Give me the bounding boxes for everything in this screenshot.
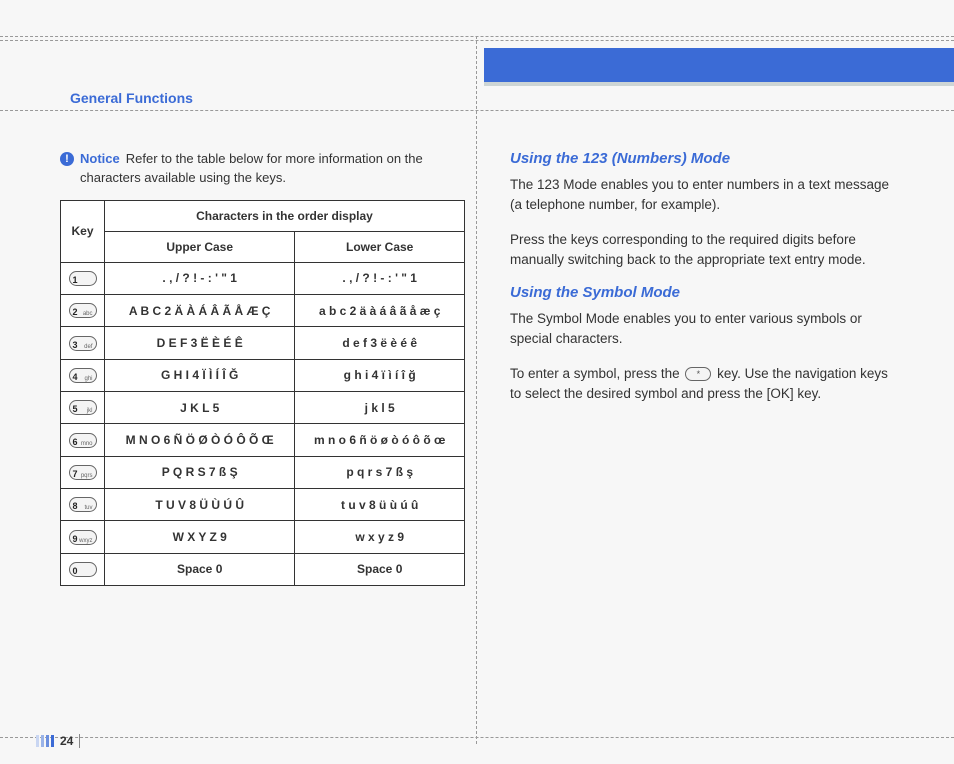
page-number-block: 24: [36, 734, 86, 748]
footer: [0, 737, 954, 738]
upper-cell: G H I 4 Ï Ì Í Î Ğ: [105, 359, 295, 391]
phone-key-icon: 3def: [69, 336, 97, 351]
heading-123-mode: Using the 123 (Numbers) Mode: [510, 150, 890, 167]
header-blue-bar-shadow: [484, 82, 954, 86]
upper-cell: Space 0: [105, 553, 295, 585]
key-cell: 0: [61, 553, 105, 585]
lower-cell: p q r s 7 ß ş: [295, 456, 465, 488]
th-key: Key: [61, 200, 105, 262]
heading-symbol-mode: Using the Symbol Mode: [510, 284, 890, 301]
star-key-icon: *: [685, 367, 711, 381]
lower-cell: . , / ? ! - : ' " 1: [295, 262, 465, 294]
para-123-1: The 123 Mode enables you to enter number…: [510, 175, 890, 216]
key-cell: 8tuv: [61, 488, 105, 520]
page-number: 24: [60, 734, 80, 748]
lower-cell: g h i 4 ï ì í î ğ: [295, 359, 465, 391]
table-row: 0 Space 0Space 0: [61, 553, 465, 585]
para-symbol-2a: To enter a symbol, press the: [510, 366, 683, 381]
table-row: 1 . , / ? ! - : ' " 1. , / ? ! - : ' " 1: [61, 262, 465, 294]
phone-key-icon: 1: [69, 271, 97, 286]
phone-key-icon: 5jkl: [69, 400, 97, 415]
upper-cell: W X Y Z 9: [105, 521, 295, 553]
lower-cell: t u v 8 ü ù ú û: [295, 488, 465, 520]
th-chars: Characters in the order display: [105, 200, 465, 231]
th-upper: Upper Case: [105, 231, 295, 262]
key-cell: 3def: [61, 327, 105, 359]
notice-text: Refer to the table below for more inform…: [80, 151, 423, 185]
para-123-2: Press the keys corresponding to the requ…: [510, 230, 890, 271]
notice-block: ! NoticeRefer to the table below for mor…: [60, 150, 465, 188]
phone-key-icon: 0: [69, 562, 97, 577]
lower-cell: d e f 3 ë è é ê: [295, 327, 465, 359]
upper-cell: P Q R S 7 ß Ş: [105, 456, 295, 488]
key-cell: 4ghi: [61, 359, 105, 391]
upper-cell: J K L 5: [105, 392, 295, 424]
phone-key-icon: 4ghi: [69, 368, 97, 383]
para-symbol-1: The Symbol Mode enables you to enter var…: [510, 309, 890, 350]
para-symbol-2: To enter a symbol, press the * key. Use …: [510, 364, 890, 405]
th-lower: Lower Case: [295, 231, 465, 262]
upper-cell: . , / ? ! - : ' " 1: [105, 262, 295, 294]
upper-cell: A B C 2 Ä À Á Â Ã Å Æ Ç: [105, 295, 295, 327]
lower-cell: Space 0: [295, 553, 465, 585]
top-rule-2: [0, 40, 954, 41]
upper-cell: M N O 6 Ñ Ö Ø Ò Ó Ô Õ Œ: [105, 424, 295, 456]
table-row: 9wxyz W X Y Z 9w x y z 9: [61, 521, 465, 553]
notice-label: Notice: [80, 151, 120, 166]
table-row: 6mno M N O 6 Ñ Ö Ø Ò Ó Ô Õ Œm n o 6 ñ ö ø…: [61, 424, 465, 456]
upper-cell: D E F 3 Ë È É Ê: [105, 327, 295, 359]
lower-cell: w x y z 9: [295, 521, 465, 553]
page-bars-icon: [36, 735, 54, 747]
phone-key-icon: 8tuv: [69, 497, 97, 512]
section-title: General Functions: [70, 90, 193, 106]
info-icon: !: [60, 152, 74, 166]
header-blue-bar: [484, 48, 954, 82]
table-row: 2abc A B C 2 Ä À Á Â Ã Å Æ Ça b c 2 ä à á…: [61, 295, 465, 327]
lower-cell: a b c 2 ä à á â ã å æ ç: [295, 295, 465, 327]
key-cell: 5jkl: [61, 392, 105, 424]
character-table: Key Characters in the order display Uppe…: [60, 200, 465, 586]
phone-key-icon: 7pqrs: [69, 465, 97, 480]
key-cell: 9wxyz: [61, 521, 105, 553]
top-rule-1: [0, 36, 954, 37]
lower-cell: m n o 6 ñ ö ø ò ó ô õ œ: [295, 424, 465, 456]
upper-cell: T U V 8 Ü Ù Ú Û: [105, 488, 295, 520]
table-row: 8tuv T U V 8 Ü Ù Ú Ût u v 8 ü ù ú û: [61, 488, 465, 520]
phone-key-icon: 9wxyz: [69, 530, 97, 545]
phone-key-icon: 6mno: [69, 433, 97, 448]
table-row: 4ghi G H I 4 Ï Ì Í Î Ğg h i 4 ï ì í î ğ: [61, 359, 465, 391]
key-cell: 7pqrs: [61, 456, 105, 488]
table-row: 3def D E F 3 Ë È É Êd e f 3 ë è é ê: [61, 327, 465, 359]
header-rule: [0, 110, 954, 111]
table-row: 7pqrs P Q R S 7 ß Şp q r s 7 ß ş: [61, 456, 465, 488]
key-cell: 6mno: [61, 424, 105, 456]
phone-key-icon: 2abc: [69, 303, 97, 318]
key-cell: 2abc: [61, 295, 105, 327]
footer-rule: [0, 737, 954, 738]
table-row: 5jkl J K L 5j k l 5: [61, 392, 465, 424]
lower-cell: j k l 5: [295, 392, 465, 424]
key-cell: 1: [61, 262, 105, 294]
